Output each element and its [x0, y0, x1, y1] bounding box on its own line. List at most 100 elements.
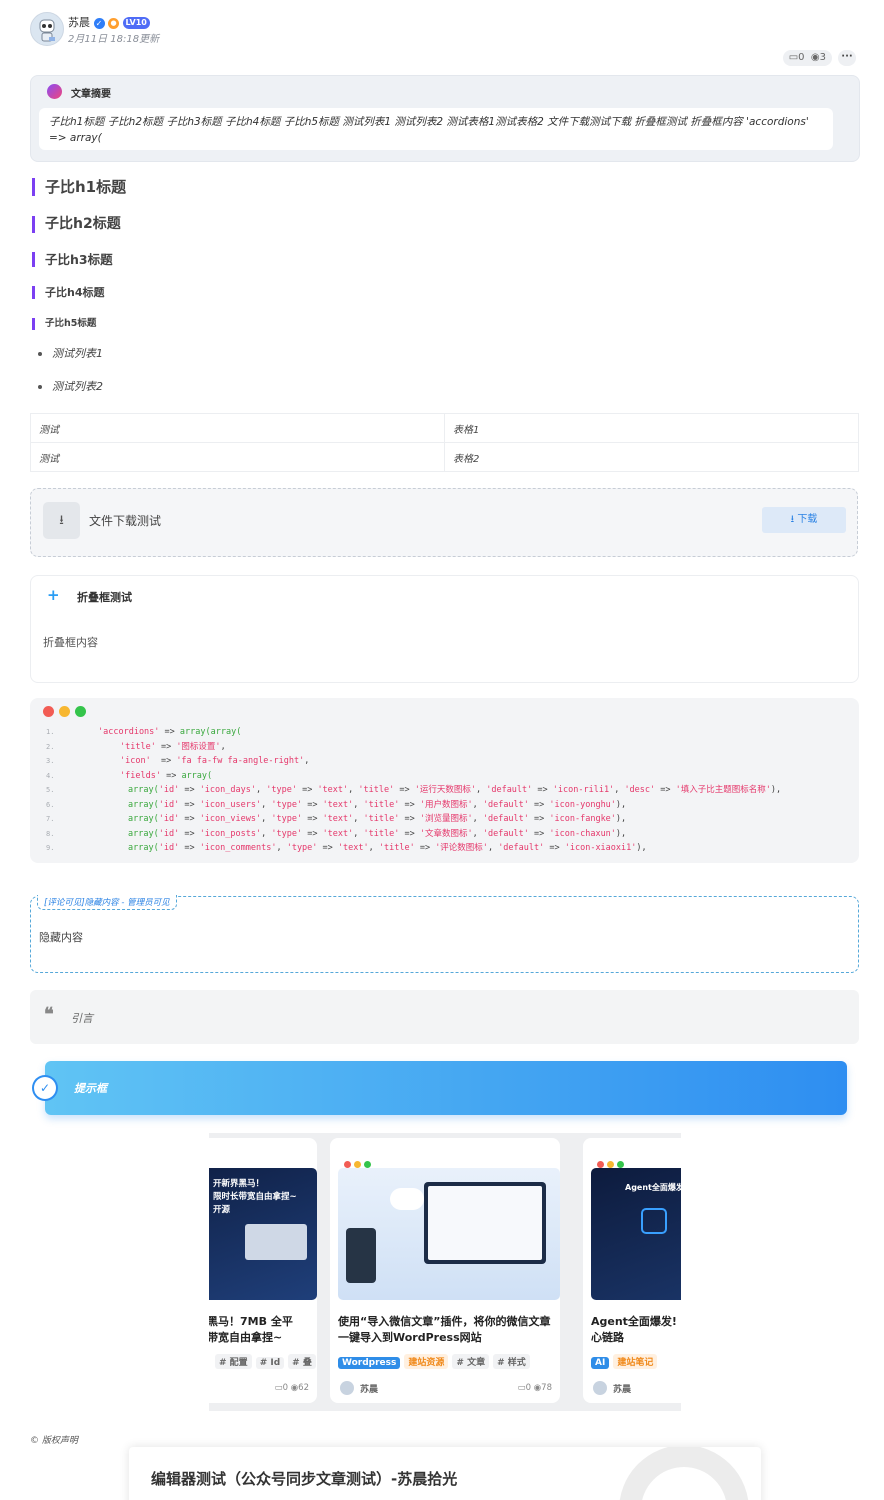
- post-thumbnail[interactable]: Agent全面爆发!: [591, 1168, 681, 1300]
- tag[interactable]: # 配置: [215, 1354, 252, 1369]
- post-tags: AI 建站笔记: [591, 1354, 661, 1369]
- post-tags: Wordpress 建站资源 # 文章 # 样式: [338, 1354, 534, 1369]
- author-avatar[interactable]: [340, 1381, 354, 1395]
- tag-wordpress[interactable]: Wordpress: [338, 1357, 401, 1369]
- heading-h2: 子比h2标题: [32, 216, 121, 233]
- code-line: 3.'icon' => 'fa fa-fw fa-angle-right',: [46, 756, 310, 766]
- tag[interactable]: # 叠: [288, 1354, 316, 1369]
- tag[interactable]: # 样式: [493, 1354, 530, 1369]
- related-posts-carousel[interactable]: 开新界黑马！ 限时长带宽自由拿捏~ 开源 黑马！7MB 全平 带宽自由拿捏~ #…: [209, 1133, 681, 1411]
- table-row: 测试 表格1: [30, 413, 859, 443]
- creative-commons-icon: [619, 1447, 749, 1500]
- table-cell: 表格2: [444, 442, 859, 472]
- author-info: 苏晨 ✓ ● LV10: [68, 14, 150, 30]
- heading-h4: 子比h4标题: [32, 286, 105, 299]
- agent-hex-illustration: [641, 1208, 667, 1234]
- article-page: 苏晨 ✓ ● LV10 2月11日 18:18更新 ▭0 ◉3 ··· 文章摘要…: [0, 0, 884, 1500]
- accordion-title[interactable]: 折叠框测试: [77, 589, 132, 605]
- post-card[interactable]: 使用“导入微信文章”插件，将你的微信文章一键导入到WordPress网站 Wor…: [330, 1138, 560, 1403]
- tag[interactable]: # Id: [255, 1357, 285, 1369]
- ai-robot-icon: [47, 84, 62, 99]
- author-avatar[interactable]: [30, 12, 64, 46]
- tag-notes[interactable]: 建站笔记: [613, 1354, 658, 1369]
- article-summary: 文章摘要 子比h1标题 子比h2标题 子比h3标题 子比h4标题 子比h5标题 …: [30, 75, 860, 162]
- tag-ai[interactable]: AI: [591, 1357, 610, 1369]
- content-table: 测试 表格1 测试 表格2: [30, 413, 859, 472]
- comment-icon: ▭: [788, 52, 799, 63]
- thumbnail-caption: Agent全面爆发!: [625, 1183, 681, 1192]
- download-icon: ⭳: [790, 514, 795, 525]
- list-item: 测试列表1: [38, 345, 103, 361]
- author-name[interactable]: 苏晨: [68, 16, 90, 29]
- code-line: 2.'title' => '图标设置',: [46, 741, 226, 752]
- phone-illustration: [346, 1228, 376, 1283]
- code-line: 8. array('id' => 'icon_posts', 'type' => …: [46, 828, 627, 839]
- plus-icon[interactable]: +: [47, 586, 60, 604]
- quote-icon: ❝: [44, 1004, 54, 1025]
- download-file-icon: ⭳: [43, 502, 80, 539]
- list-item: 测试列表2: [38, 378, 103, 394]
- verified-icon: ✓: [93, 17, 105, 29]
- hidden-content-tag: [评论可见]隐藏内容 - 管理员可见: [37, 895, 177, 910]
- code-lines: 1.'accordions' => array(array( 2.'title'…: [46, 725, 781, 856]
- download-button[interactable]: ⭳ 下载: [762, 507, 846, 533]
- post-thumbnail[interactable]: 开新界黑马！ 限时长带宽自由拿捏~ 开源: [209, 1168, 317, 1300]
- author-avatar[interactable]: [593, 1381, 607, 1395]
- check-circle-icon: ✓: [34, 1077, 56, 1099]
- post-meta: ▭0 ◉3: [782, 50, 832, 66]
- post-stats: ▭0 ◉62: [274, 1383, 309, 1393]
- tip-text: 提示框: [74, 1082, 107, 1095]
- post-thumbnail[interactable]: [338, 1168, 560, 1300]
- file-download-box: ⭳ 文件下载测试 ⭳ 下载: [30, 488, 858, 557]
- level-badge: LV10: [122, 17, 150, 29]
- table-cell: 测试: [30, 413, 445, 443]
- code-line: 4.'fields' => array(: [46, 770, 213, 781]
- robot-avatar-icon: [39, 19, 55, 42]
- laptop-illustration: [245, 1224, 307, 1260]
- copyright-title: 编辑器测试（公众号同步文章测试）-苏晨拾光: [151, 1470, 458, 1488]
- download-button-label: 下载: [797, 514, 818, 525]
- comment-icon: ▭: [274, 1383, 283, 1393]
- code-line: 6. array('id' => 'icon_users', 'type' => …: [46, 799, 627, 810]
- accordion-content: 折叠框内容: [43, 636, 98, 649]
- cloud-illustration: [390, 1188, 424, 1210]
- window-minimize-dot: [59, 706, 70, 717]
- hidden-content-box: [评论可见]隐藏内容 - 管理员可见 隐藏内容: [30, 895, 859, 973]
- comment-icon: ▭: [517, 1383, 526, 1393]
- heading-h1: 子比h1标题: [32, 178, 126, 196]
- tag-resources[interactable]: 建站资源: [404, 1354, 449, 1369]
- monitor-illustration: [424, 1182, 546, 1264]
- code-line: 1.'accordions' => array(array(: [46, 727, 242, 737]
- thumbnail-caption: 开新界黑马！ 限时长带宽自由拿捏~ 开源: [213, 1179, 297, 1215]
- author-name[interactable]: 苏晨: [613, 1382, 631, 1395]
- comment-count: 0: [798, 52, 805, 63]
- author-name[interactable]: 苏晨: [360, 1382, 378, 1395]
- copyright-card: 编辑器测试（公众号同步文章测试）-苏晨拾光: [129, 1447, 761, 1500]
- update-time: 2月11日 18:18更新: [68, 34, 160, 45]
- tip-box: ✓ 提示框: [34, 1061, 847, 1115]
- code-line: 7. array('id' => 'icon_views', 'type' => …: [46, 814, 627, 824]
- table-row: 测试 表格2: [30, 442, 859, 472]
- post-stats: ▭0 ◉78: [517, 1383, 552, 1393]
- table-cell: 测试: [30, 442, 445, 472]
- window-maximize-dot: [75, 706, 86, 717]
- code-block: 1.'accordions' => array(array( 2.'title'…: [30, 698, 859, 863]
- more-options-button[interactable]: ···: [838, 50, 856, 66]
- hidden-content-text: 隐藏内容: [39, 931, 83, 944]
- heading-h3: 子比h3标题: [32, 252, 113, 267]
- window-close-dot: [43, 706, 54, 717]
- accordion[interactable]: + 折叠框测试 折叠框内容: [30, 575, 859, 683]
- quote-text: 引言: [71, 1012, 93, 1025]
- post-card[interactable]: Agent全面爆发! Agent全面爆发! 心链路 AI建站笔记 苏晨: [583, 1138, 681, 1403]
- table-cell: 表格1: [444, 413, 859, 443]
- post-tags: # 配置 # Id # 叠: [215, 1354, 317, 1369]
- post-card[interactable]: 开新界黑马！ 限时长带宽自由拿捏~ 开源 黑马！7MB 全平 带宽自由拿捏~ #…: [209, 1138, 317, 1403]
- blockquote: ❝ 引言: [30, 990, 859, 1044]
- download-label: 文件下载测试: [89, 514, 162, 528]
- tag[interactable]: # 文章: [452, 1354, 490, 1369]
- post-title[interactable]: 黑马！7MB 全平 带宽自由拿捏~: [209, 1314, 312, 1346]
- post-title[interactable]: Agent全面爆发! 心链路: [591, 1314, 681, 1346]
- code-line: 9. array('id' => 'icon_comments', 'type' …: [46, 843, 647, 853]
- view-count: 3: [819, 52, 826, 63]
- post-title[interactable]: 使用“导入微信文章”插件，将你的微信文章一键导入到WordPress网站: [338, 1314, 553, 1346]
